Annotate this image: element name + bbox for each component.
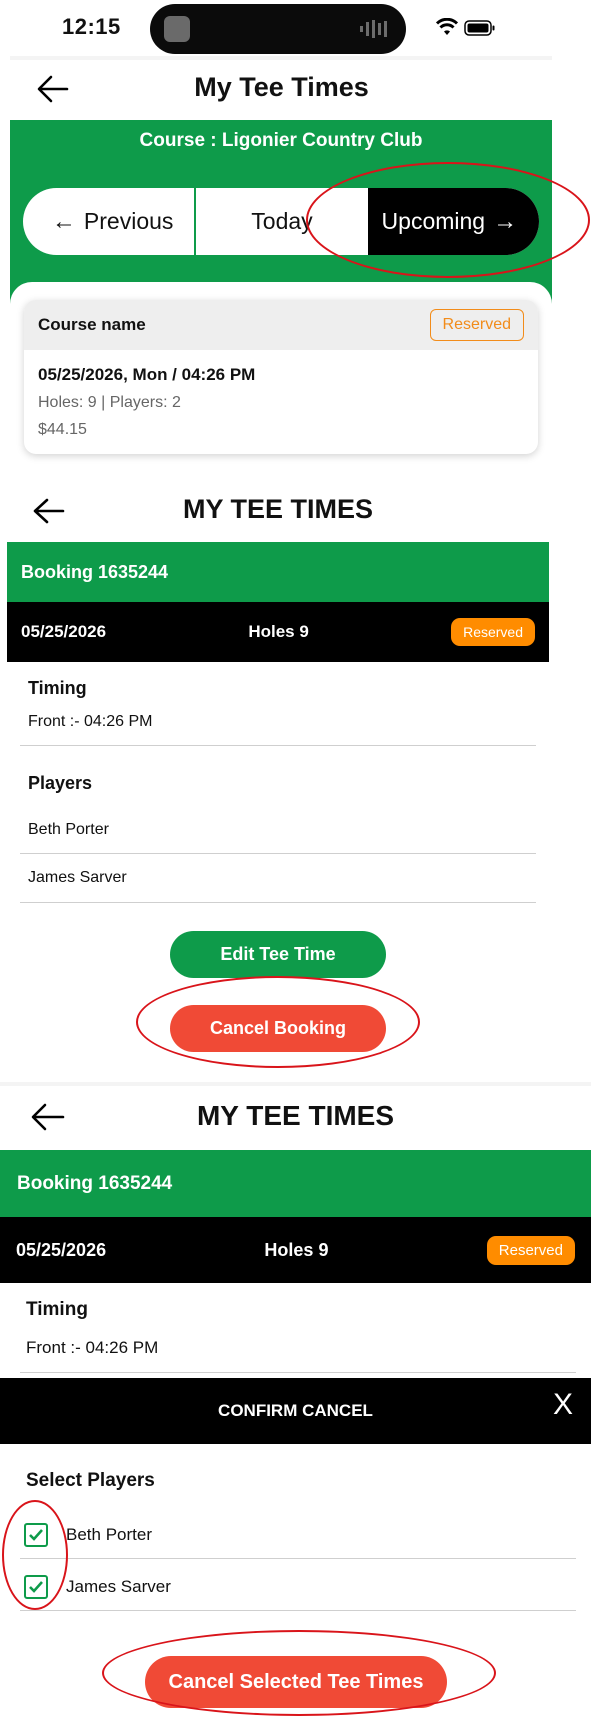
player-name: Beth Porter xyxy=(66,1525,152,1544)
card-header: Course name Reserved xyxy=(24,300,538,350)
price: $44.15 xyxy=(38,421,87,438)
booking-date: 05/25/2026 xyxy=(21,622,107,641)
annotation-circle xyxy=(102,1630,496,1716)
app-icon xyxy=(164,16,190,42)
player-checkbox-row[interactable]: James Sarver xyxy=(24,1572,584,1602)
players-heading: Players xyxy=(28,773,93,793)
edit-tee-time-button[interactable]: Edit Tee Time xyxy=(170,931,386,978)
segment-label: Today xyxy=(251,208,313,234)
status-badge: Reserved xyxy=(429,309,524,341)
tee-datetime: 05/25/2026, Mon / 04:26 PM xyxy=(38,365,256,384)
player-name: Beth Porter xyxy=(28,821,109,838)
divider xyxy=(20,1372,576,1373)
course-name: Course name xyxy=(38,315,146,334)
timing-heading: Timing xyxy=(26,1299,88,1320)
arrow-left-icon: ← xyxy=(51,207,76,235)
timing-value: Front :- 04:26 PM xyxy=(28,713,153,730)
holes-players: Holes: 9 | Players: 2 xyxy=(38,394,181,411)
holes-count: Holes 9 xyxy=(264,1239,329,1260)
divider xyxy=(20,745,536,746)
player-name: James Sarver xyxy=(28,869,127,886)
select-players-heading: Select Players xyxy=(26,1470,155,1491)
divider xyxy=(20,1610,576,1611)
annotation-circle xyxy=(306,162,590,278)
status-badge: Reserved xyxy=(451,618,535,646)
divider xyxy=(0,1082,591,1086)
battery-icon xyxy=(464,20,495,36)
confirm-cancel-header: CONFIRM CANCEL xyxy=(0,1378,591,1444)
segment-previous[interactable]: ← Previous xyxy=(23,188,194,255)
page-title: My Tee Times xyxy=(194,72,369,102)
player-checkbox-row[interactable]: Beth Porter xyxy=(24,1520,584,1550)
timing-value: Front :- 04:26 PM xyxy=(26,1338,159,1357)
card-body: 05/25/2026, Mon / 04:26 PM Holes: 9 | Pl… xyxy=(24,350,538,454)
holes-count: Holes 9 xyxy=(248,622,309,641)
dynamic-island xyxy=(150,4,406,54)
booking-date: 05/25/2026 xyxy=(16,1239,107,1260)
divider xyxy=(20,902,536,903)
annotation-circle xyxy=(2,1500,68,1610)
page-title: MY TEE TIMES xyxy=(182,494,374,524)
player-name: James Sarver xyxy=(66,1577,171,1596)
wifi-icon xyxy=(436,18,458,35)
course-label: Course : Ligonier Country Club xyxy=(139,130,423,151)
booking-header: Booking 1635244 xyxy=(0,1150,591,1217)
status-badge: Reserved xyxy=(486,1235,575,1265)
page-title: MY TEE TIMES xyxy=(196,1100,395,1131)
booking-info-bar: 05/25/2026 Holes 9 Reserved xyxy=(0,1217,591,1283)
tee-time-card[interactable]: Course name Reserved 05/25/2026, Mon / 0… xyxy=(24,300,538,454)
confirm-cancel-title: CONFIRM CANCEL xyxy=(218,1401,373,1420)
booking-number: Booking 1635244 xyxy=(21,561,169,582)
timing-heading: Timing xyxy=(28,678,87,698)
status-time: 12:15 xyxy=(62,14,121,39)
audio-wave-icon xyxy=(360,20,387,38)
annotation-circle xyxy=(136,976,420,1068)
segment-label: Previous xyxy=(83,208,174,234)
booking-info-bar: 05/25/2026 Holes 9 Reserved xyxy=(7,602,549,662)
divider xyxy=(10,56,552,60)
booking-header: Booking 1635244 xyxy=(7,542,549,602)
booking-number: Booking 1635244 xyxy=(17,1172,173,1194)
close-button[interactable]: X xyxy=(553,1388,573,1422)
divider xyxy=(20,1558,576,1559)
divider xyxy=(20,853,536,854)
